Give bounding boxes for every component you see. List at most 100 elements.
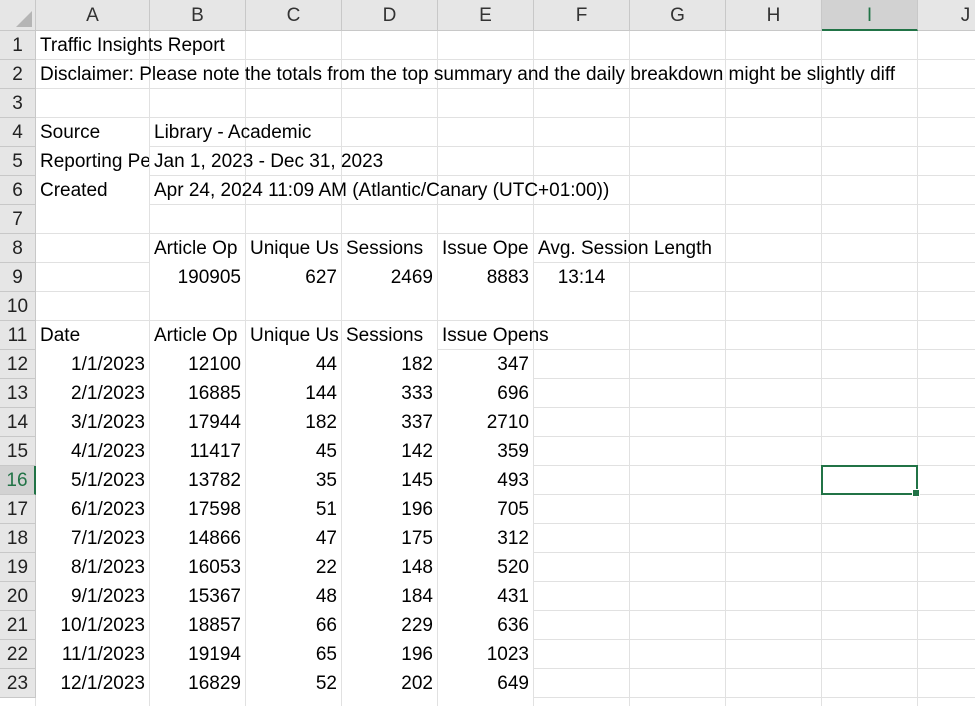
breakdown-data-cell[interactable]: 12/1/2023 [36,669,149,698]
breakdown-data-cell[interactable]: 66 [246,611,341,640]
breakdown-data-cell[interactable]: 6/1/2023 [36,495,149,524]
breakdown-data-cell[interactable]: 359 [438,437,533,466]
summary-value-cell[interactable]: 2469 [342,263,437,292]
breakdown-data-cell[interactable]: 5/1/2023 [36,466,149,495]
breakdown-data-cell[interactable]: 51 [246,495,341,524]
spreadsheet-grid[interactable]: A B C D E F G H I J 1 2 3 4 5 6 7 8 9 10 11 12 13 14 15 16 17 18 19 2… [0,0,975,706]
summary-header-cell[interactable]: Issue Ope [438,234,533,263]
breakdown-data-cell[interactable]: 229 [342,611,437,640]
breakdown-header-cell[interactable]: Article Op [150,321,245,350]
source-label-cell[interactable]: Source [36,118,149,147]
breakdown-data-cell[interactable]: 19194 [150,640,245,669]
breakdown-data-cell[interactable]: 175 [342,524,437,553]
summary-value-cell[interactable]: 627 [246,263,341,292]
summary-header-cell[interactable]: Unique Us [246,234,341,263]
breakdown-data-cell[interactable]: 14866 [150,524,245,553]
reporting-period-value-cell[interactable]: Jan 1, 2023 - Dec 31, 2023 [150,147,975,176]
breakdown-data-cell[interactable]: 1023 [438,640,533,669]
summary-header-cell[interactable]: Sessions [342,234,437,263]
row-header-13[interactable]: 13 [0,379,36,408]
breakdown-data-cell[interactable]: 18857 [150,611,245,640]
breakdown-data-cell[interactable]: 182 [246,408,341,437]
column-header-h[interactable]: H [726,0,822,31]
row-header-23[interactable]: 23 [0,669,36,698]
breakdown-data-cell[interactable]: 145 [342,466,437,495]
breakdown-data-cell[interactable]: 7/1/2023 [36,524,149,553]
summary-value-cell[interactable]: 13:14 [534,263,629,292]
breakdown-data-cell[interactable]: 11/1/2023 [36,640,149,669]
summary-header-cell[interactable]: Article Op [150,234,245,263]
row-header-10[interactable]: 10 [0,292,36,321]
breakdown-data-cell[interactable]: 3/1/2023 [36,408,149,437]
row-header-15[interactable]: 15 [0,437,36,466]
report-title-cell[interactable]: Traffic Insights Report [36,31,975,60]
breakdown-data-cell[interactable]: 649 [438,669,533,698]
breakdown-data-cell[interactable]: 65 [246,640,341,669]
breakdown-data-cell[interactable]: 1/1/2023 [36,350,149,379]
breakdown-data-cell[interactable]: 35 [246,466,341,495]
row-header-9[interactable]: 9 [0,263,36,292]
breakdown-data-cell[interactable]: 16829 [150,669,245,698]
breakdown-data-cell[interactable]: 347 [438,350,533,379]
breakdown-data-cell[interactable]: 148 [342,553,437,582]
created-label-cell[interactable]: Created [36,176,149,205]
breakdown-data-cell[interactable]: 142 [342,437,437,466]
breakdown-data-cell[interactable]: 17944 [150,408,245,437]
row-header-20[interactable]: 20 [0,582,36,611]
row-header-21[interactable]: 21 [0,611,36,640]
column-header-d[interactable]: D [342,0,438,31]
breakdown-header-cell[interactable]: Date [36,321,149,350]
breakdown-data-cell[interactable]: 636 [438,611,533,640]
breakdown-data-cell[interactable]: 312 [438,524,533,553]
row-header-12[interactable]: 12 [0,350,36,379]
active-cell-selection[interactable] [821,465,920,497]
breakdown-data-cell[interactable]: 45 [246,437,341,466]
breakdown-data-cell[interactable]: 4/1/2023 [36,437,149,466]
breakdown-data-cell[interactable]: 16885 [150,379,245,408]
summary-header-cell[interactable]: Avg. Session Length [534,234,975,263]
summary-value-cell[interactable]: 8883 [438,263,533,292]
row-header-4[interactable]: 4 [0,118,36,147]
row-header-11[interactable]: 11 [0,321,36,350]
breakdown-data-cell[interactable]: 10/1/2023 [36,611,149,640]
breakdown-data-cell[interactable]: 17598 [150,495,245,524]
breakdown-data-cell[interactable]: 144 [246,379,341,408]
column-header-b[interactable]: B [150,0,246,31]
summary-value-cell[interactable]: 190905 [150,263,245,292]
disclaimer-cell[interactable]: Disclaimer: Please note the totals from … [36,60,975,89]
breakdown-data-cell[interactable]: 2710 [438,408,533,437]
breakdown-data-cell[interactable]: 8/1/2023 [36,553,149,582]
select-all-corner[interactable] [0,0,36,31]
row-header-14[interactable]: 14 [0,408,36,437]
source-value-cell[interactable]: Library - Academic [150,118,975,147]
column-header-f[interactable]: F [534,0,630,31]
breakdown-data-cell[interactable]: 431 [438,582,533,611]
breakdown-data-cell[interactable]: 705 [438,495,533,524]
breakdown-data-cell[interactable]: 184 [342,582,437,611]
breakdown-data-cell[interactable]: 48 [246,582,341,611]
breakdown-data-cell[interactable]: 182 [342,350,437,379]
breakdown-header-cell[interactable]: Unique Us [246,321,341,350]
row-header-19[interactable]: 19 [0,553,36,582]
breakdown-header-cell[interactable]: Sessions [342,321,437,350]
column-header-i[interactable]: I [822,0,918,31]
column-header-a[interactable]: A [36,0,150,31]
row-header-7[interactable]: 7 [0,205,36,234]
breakdown-data-cell[interactable]: 12100 [150,350,245,379]
breakdown-data-cell[interactable]: 11417 [150,437,245,466]
breakdown-data-cell[interactable]: 52 [246,669,341,698]
breakdown-data-cell[interactable]: 2/1/2023 [36,379,149,408]
breakdown-data-cell[interactable]: 47 [246,524,341,553]
column-header-e[interactable]: E [438,0,534,31]
row-header-1[interactable]: 1 [0,31,36,60]
row-header-5[interactable]: 5 [0,147,36,176]
reporting-period-label-cell[interactable]: Reporting Pe [36,147,149,176]
breakdown-data-cell[interactable]: 493 [438,466,533,495]
row-header-17[interactable]: 17 [0,495,36,524]
breakdown-data-cell[interactable]: 9/1/2023 [36,582,149,611]
breakdown-data-cell[interactable]: 337 [342,408,437,437]
column-header-c[interactable]: C [246,0,342,31]
row-header-8[interactable]: 8 [0,234,36,263]
breakdown-data-cell[interactable]: 333 [342,379,437,408]
row-header-16[interactable]: 16 [0,466,36,495]
